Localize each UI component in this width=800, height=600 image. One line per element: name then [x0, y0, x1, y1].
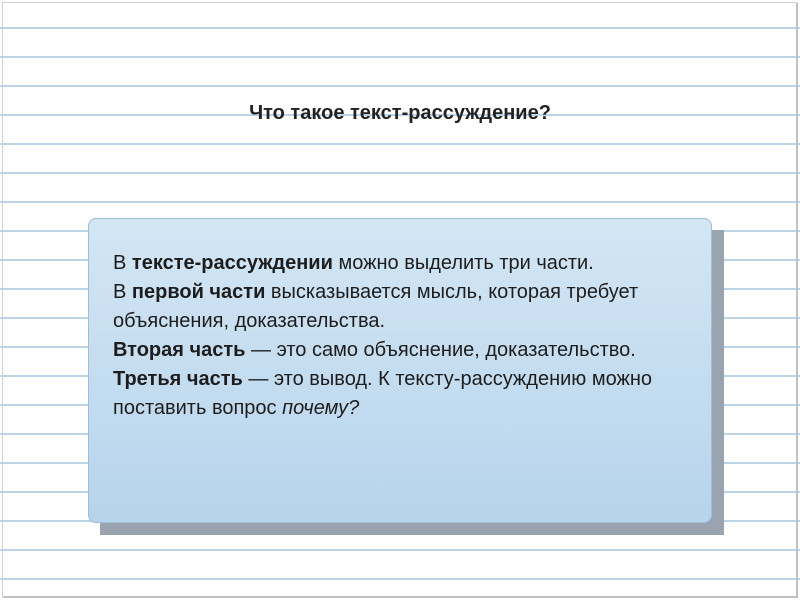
- t1: В: [113, 252, 132, 274]
- card-body: В тексте-рассуждении можно выделить три …: [88, 218, 712, 523]
- t1c: можно выделить три части.: [333, 252, 594, 274]
- t3a: Вторая часть: [113, 339, 245, 361]
- t2: В: [113, 281, 132, 303]
- slide-title: Что такое текст-рассуждение?: [0, 102, 800, 125]
- t4c: почему?: [282, 397, 359, 419]
- t3b: — это само объяснение, доказательство.: [245, 339, 635, 361]
- definition-text: В тексте-рассуждении можно выделить три …: [113, 249, 687, 423]
- content-card: В тексте-рассуждении можно выделить три …: [88, 218, 712, 523]
- t1b: тексте-рассуждении: [132, 252, 333, 274]
- t4a: Третья часть: [113, 368, 243, 390]
- t2b: первой части: [132, 281, 265, 303]
